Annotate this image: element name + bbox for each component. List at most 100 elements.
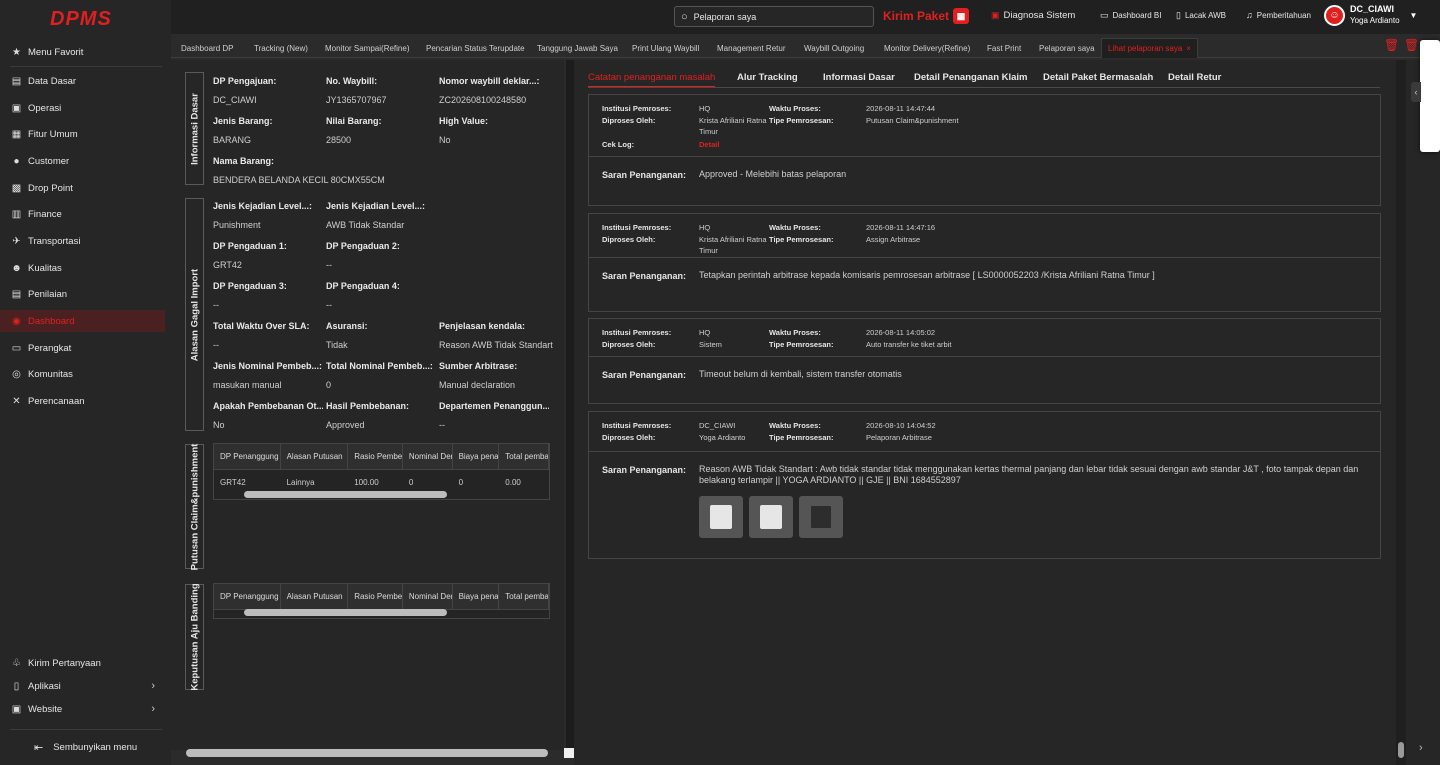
rtab-alur-tracking[interactable]: Alur Tracking xyxy=(737,72,798,83)
vertical-scrollbar[interactable] xyxy=(1396,60,1406,765)
field-value: -- xyxy=(213,300,219,310)
field-12: DP Pengaduan 4: -- xyxy=(326,281,436,310)
field-label: Total Waktu Over SLA: xyxy=(213,321,310,331)
detail-log-link[interactable]: Detail xyxy=(699,139,719,150)
tipe-value: Auto transfer ke tiket arbit xyxy=(866,340,952,349)
field-value: Reason AWB Tidak Standart xyxy=(439,340,553,350)
sidebar-item-penilaian[interactable]: ▤ Penilaian xyxy=(0,283,165,305)
sidebar-item-perencanaan[interactable]: ✕ Perencanaan xyxy=(0,390,165,412)
field-value: GRT42 xyxy=(213,260,242,270)
sidebar-item-komunitas[interactable]: ◎ Komunitas xyxy=(0,363,165,385)
diproses-value: Krista Afriliani Ratna Timur xyxy=(699,116,767,136)
close-icon[interactable]: × xyxy=(1186,44,1191,53)
kirim-paket-button[interactable]: Kirim Paket ▦ xyxy=(883,8,970,24)
sidebar-item-transportasi[interactable]: ✈ Transportasi xyxy=(0,230,165,252)
tab-pelaporan-saya[interactable]: Pelaporan saya xyxy=(1039,38,1095,58)
sidebar-item-aplikasi[interactable]: ▯ Aplikasi › xyxy=(0,675,165,697)
pemberitahuan-button[interactable]: ♫ Pemberitahuan xyxy=(1246,10,1311,20)
user-names: DC_CIAWI Yoga Ardianto xyxy=(1350,4,1400,26)
tab-monitor-sampai[interactable]: Monitor Sampai(Refine) xyxy=(325,38,409,58)
tab-lihat-pelaporan[interactable]: Lihat pelaporan saya × xyxy=(1101,38,1198,58)
hide-menu-button[interactable]: ⇤ Sembunyikan menu xyxy=(34,741,137,754)
sidebar-item-label: Transportasi xyxy=(28,235,81,247)
card-header: Institusi Pemroses: Diproses Oleh: HQ Krist… xyxy=(589,214,1380,258)
menu-search-input[interactable]: ○ Pelaporan saya xyxy=(674,6,874,27)
dashboard-bi-label: Dashboard BI xyxy=(1112,11,1162,20)
sidebar-item-data-dasar[interactable]: ▤ Data Dasar xyxy=(0,70,165,92)
trash-icon[interactable]: 🗑 xyxy=(1384,38,1399,52)
chevron-down-icon: ▼ xyxy=(1409,10,1418,20)
sidebar-item-operasi[interactable]: ▣ Operasi xyxy=(0,97,165,119)
tab-management-retur[interactable]: Management Retur xyxy=(717,38,785,58)
sidebar-item-perangkat[interactable]: ▭ Perangkat xyxy=(0,337,165,359)
field-14: Asuransi: Tidak xyxy=(326,321,436,350)
tab-print-ulang[interactable]: Print Ulang Waybill xyxy=(632,38,699,58)
diagnosa-sistem-button[interactable]: ▣ Diagnosa Sistem xyxy=(991,10,1075,21)
tipe-label: Tipe Pemrosesan: xyxy=(769,235,834,244)
lacak-awb-button[interactable]: ▯ Lacak AWB xyxy=(1176,10,1226,21)
sidebar-item-kualitas[interactable]: ☻ Kualitas xyxy=(0,257,165,279)
sidebar-item-dashboard[interactable]: ◉ Dashboard xyxy=(0,310,165,332)
tab-pencarian-status[interactable]: Pencarian Status Terupdate xyxy=(426,38,525,58)
horizontal-scrollbar[interactable] xyxy=(186,749,548,757)
field-18: Sumber Arbitrase: Manual declaration xyxy=(439,361,549,390)
handling-log-card: Institusi Pemroses: Diproses Oleh: HQ Siste… xyxy=(588,318,1381,404)
chevron-left-icon[interactable]: ‹ xyxy=(1411,82,1421,102)
clipboard-icon: ▤ xyxy=(11,288,22,300)
field-label: High Value: xyxy=(439,116,489,126)
user-menu[interactable]: ☺ DC_CIAWI Yoga Ardianto ▼ xyxy=(1324,4,1417,26)
photo-thumbnail[interactable] xyxy=(749,496,793,538)
section-alasan-gagal-import: Alasan Gagal Import xyxy=(185,198,204,431)
field-value: -- xyxy=(439,420,445,430)
device-icon: ▭ xyxy=(11,342,22,354)
sidebar-item-fitur-umum[interactable]: ▦ Fitur Umum xyxy=(0,123,165,145)
field-value: Tidak xyxy=(326,340,348,350)
field-label: Sumber Arbitrase: xyxy=(439,361,518,371)
table-header-cell: Alasan Putusan xyxy=(281,584,349,609)
table-scrollbar[interactable] xyxy=(244,609,447,616)
sidebar-item-finance[interactable]: ▥ Finance xyxy=(0,203,165,225)
field-value: -- xyxy=(326,300,332,310)
scrollbar-thumb[interactable] xyxy=(1398,742,1404,758)
photo-thumbnail[interactable] xyxy=(799,496,843,538)
table-scrollbar[interactable] xyxy=(244,491,447,498)
sidebar: DPMS ★ Menu Favorit ▤ Data Dasar ▣ Operasi ▦… xyxy=(0,0,171,765)
sidebar-item-drop-point[interactable]: ▩ Drop Point xyxy=(0,177,165,199)
sidebar-item-customer[interactable]: ● Customer xyxy=(0,150,165,172)
saran-value: Tetapkan perintah arbitrase kepada komis… xyxy=(699,270,1155,280)
rtab-detail-paket[interactable]: Detail Paket Bermasalah xyxy=(1043,72,1153,83)
rtab-catatan[interactable]: Catatan penanganan masalah xyxy=(588,72,716,87)
scrollbar-corner xyxy=(564,748,574,758)
tab-monitor-delivery[interactable]: Monitor Delivery(Refine) xyxy=(884,38,970,58)
table-header-cell: DP Penanggung ... xyxy=(214,444,281,469)
tab-fast-print[interactable]: Fast Print xyxy=(987,38,1021,58)
field-label: Apakah Pembebanan Ot...: xyxy=(213,401,323,411)
field-value: DC_CIAWI xyxy=(213,95,257,105)
field-value: Punishment xyxy=(213,220,261,230)
field-label: Nama Barang: xyxy=(213,156,275,166)
pemberitahuan-label: Pemberitahuan xyxy=(1256,10,1312,20)
tab-waybill-outgoing[interactable]: Waybill Outgoing xyxy=(804,38,864,58)
sidebar-item-favorite[interactable]: ★ Menu Favorit xyxy=(0,41,165,63)
rtab-informasi-dasar[interactable]: Informasi Dasar xyxy=(823,72,895,83)
photo-thumbnail[interactable] xyxy=(699,496,743,538)
trash-icon[interactable]: 🗑 xyxy=(1404,38,1419,52)
chevron-right-icon[interactable]: › xyxy=(1419,742,1423,754)
sidebar-item-kirim-pertanyaan[interactable]: ♧ Kirim Pertanyaan xyxy=(0,652,165,674)
dashboard-bi-button[interactable]: ▭ Dashboard BI xyxy=(1100,10,1161,21)
sidebar-item-website[interactable]: ▣ Website › xyxy=(0,698,165,720)
rtab-detail-retur[interactable]: Detail Retur xyxy=(1168,72,1221,83)
tab-tanggung-jawab[interactable]: Tanggung Jawab Saya xyxy=(537,38,618,58)
sidebar-item-label: Perencanaan xyxy=(28,395,85,407)
detail-right-panel: Catatan penanganan masalah Alur Tracking… xyxy=(574,60,1396,765)
bank-icon: ▥ xyxy=(11,208,22,220)
bell-icon: ♫ xyxy=(1246,10,1253,20)
app-logo[interactable]: DPMS xyxy=(50,8,112,31)
table-header-cell: Total pemba... xyxy=(499,584,549,609)
field-value: BENDERA BELANDA KECIL 80CMX55CM xyxy=(213,175,385,185)
field-0: DP Pengajuan: DC_CIAWI xyxy=(213,76,323,105)
rtab-detail-klaim[interactable]: Detail Penanganan Klaim xyxy=(914,72,1028,83)
table-header-cell: DP Penanggung ... xyxy=(214,584,281,609)
tab-dashboard-dp[interactable]: Dashboard DP xyxy=(181,38,233,58)
tab-tracking-new[interactable]: Tracking (New) xyxy=(254,38,308,58)
